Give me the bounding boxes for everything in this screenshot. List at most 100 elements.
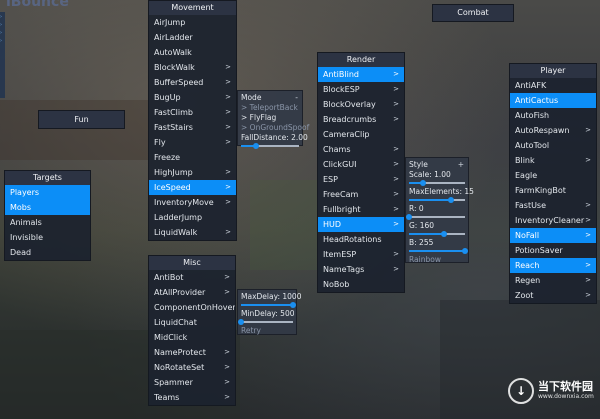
min-delay-slider[interactable] <box>238 319 293 325</box>
module-item[interactable]: InventoryMove > <box>149 195 236 210</box>
module-item[interactable]: Teams > <box>149 390 235 405</box>
side-toggle-strip[interactable]: › › › › <box>0 12 5 98</box>
module-item[interactable]: AutoWalk <box>149 45 236 60</box>
module-item[interactable]: FastStairs > <box>149 120 236 135</box>
module-item[interactable]: BugUp > <box>149 90 236 105</box>
misc-panel: Misc AntiBot > AtAllProvider > ComponentOnHov… <box>148 255 236 406</box>
slider-knob[interactable] <box>406 214 412 220</box>
module-item[interactable]: FastUse > <box>510 198 596 213</box>
module-item[interactable]: ComponentOnHover <box>149 300 235 315</box>
retry-toggle[interactable]: Retry <box>241 326 293 336</box>
b-slider[interactable] <box>409 248 468 254</box>
module-item[interactable]: ESP > <box>318 172 404 187</box>
module-item[interactable]: HeadRotations <box>318 232 404 247</box>
module-item[interactable]: Mobs <box>5 200 90 215</box>
module-item[interactable]: IceSpeed > <box>149 180 236 195</box>
g-slider[interactable] <box>409 231 465 237</box>
chevron-right-icon: > <box>225 198 231 206</box>
max-delay-slider[interactable] <box>241 302 296 308</box>
module-item[interactable]: BufferSpeed > <box>149 75 236 90</box>
module-item[interactable]: NoBob <box>318 277 404 292</box>
module-item[interactable]: Animals <box>5 215 90 230</box>
module-item[interactable]: PotionSaver <box>510 243 596 258</box>
module-item[interactable]: Zoot > <box>510 288 596 303</box>
module-item[interactable]: Players <box>5 185 90 200</box>
module-item[interactable]: Fly > <box>149 135 236 150</box>
module-item[interactable]: NoFall > <box>510 228 596 243</box>
module-item[interactable]: FarmKingBot <box>510 183 596 198</box>
module-item[interactable]: LadderJump <box>149 210 236 225</box>
scale-slider[interactable] <box>409 180 465 186</box>
mode-option-teleportback[interactable]: > TeleportBack <box>241 103 299 113</box>
module-label: BufferSpeed <box>154 78 204 87</box>
mode-setting[interactable]: Mode - <box>241 93 299 103</box>
render-panel-header[interactable]: Render <box>318 53 404 67</box>
rainbow-toggle[interactable]: Rainbow <box>409 255 465 265</box>
module-item[interactable]: AntiAFK <box>510 78 596 93</box>
module-item[interactable]: Spammer > <box>149 375 235 390</box>
module-item[interactable]: AntiCactus <box>510 93 596 108</box>
collapse-toggle[interactable]: - <box>295 93 298 103</box>
mode-option-flyflag[interactable]: > FlyFlag <box>241 113 299 123</box>
slider-knob[interactable] <box>441 231 448 237</box>
movement-panel-header[interactable]: Movement <box>149 1 236 15</box>
module-item[interactable]: AirLadder <box>149 30 236 45</box>
module-item[interactable]: Freeze <box>149 150 236 165</box>
slider-knob[interactable] <box>290 302 296 308</box>
module-item[interactable]: Invisible <box>5 230 90 245</box>
module-item[interactable]: AntiBlind > <box>318 67 404 82</box>
module-item[interactable]: FastClimb > <box>149 105 236 120</box>
slider-knob[interactable] <box>238 319 244 325</box>
module-item[interactable]: Fullbright > <box>318 202 404 217</box>
module-item[interactable]: BlockESP > <box>318 82 404 97</box>
module-item[interactable]: AirJump <box>149 15 236 30</box>
slider-knob[interactable] <box>462 248 468 254</box>
targets-panel-header[interactable]: Targets <box>5 171 90 185</box>
module-label: Dead <box>10 248 32 257</box>
module-item[interactable]: LiquidChat <box>149 315 235 330</box>
module-item[interactable]: Blink > <box>510 153 596 168</box>
slider-knob[interactable] <box>252 143 259 149</box>
expand-toggle[interactable]: + <box>458 160 464 170</box>
player-panel-header[interactable]: Player <box>510 64 596 78</box>
module-item[interactable]: LiquidWalk > <box>149 225 236 240</box>
module-item[interactable]: FreeCam > <box>318 187 404 202</box>
slider-knob[interactable] <box>420 180 426 186</box>
module-item[interactable]: Dead <box>5 245 90 260</box>
module-item[interactable]: MidClick <box>149 330 235 345</box>
chevron-right-icon: > <box>225 183 231 191</box>
module-item[interactable]: Reach > <box>510 258 596 273</box>
chevron-right-icon: > <box>225 168 231 176</box>
module-item[interactable]: AutoRespawn > <box>510 123 596 138</box>
style-setting[interactable]: Style + <box>409 160 465 170</box>
module-item[interactable]: ClickGUI > <box>318 157 404 172</box>
mode-option-ongroundspoof[interactable]: > OnGroundSpoof <box>241 123 309 133</box>
module-item[interactable]: AtAllProvider > <box>149 285 235 300</box>
module-item[interactable]: Breadcrumbs > <box>318 112 404 127</box>
module-item[interactable]: Regen > <box>510 273 596 288</box>
module-item[interactable]: BlockOverlay > <box>318 97 404 112</box>
combat-panel-header[interactable]: Combat <box>433 5 513 21</box>
module-item[interactable]: NoRotateSet > <box>149 360 235 375</box>
module-item[interactable]: NameProtect > <box>149 345 235 360</box>
max-elements-slider[interactable] <box>409 197 465 203</box>
module-item[interactable]: AntiBot > <box>149 270 235 285</box>
misc-panel-header[interactable]: Misc <box>149 256 235 270</box>
module-item[interactable]: Chams > <box>318 142 404 157</box>
module-item[interactable]: HUD > <box>318 217 404 232</box>
module-item[interactable]: HighJump > <box>149 165 236 180</box>
module-item[interactable]: Eagle <box>510 168 596 183</box>
module-item[interactable]: CameraClip <box>318 127 404 142</box>
targets-panel: Targets Players Mobs Animals Invisible Dead <box>4 170 91 261</box>
fall-distance-slider[interactable] <box>241 143 299 149</box>
module-item[interactable]: AutoFish <box>510 108 596 123</box>
module-item[interactable]: NameTags > <box>318 262 404 277</box>
slider-knob[interactable] <box>448 197 454 203</box>
r-slider[interactable] <box>406 214 465 220</box>
fun-panel-header[interactable]: Fun <box>39 111 124 128</box>
module-item[interactable]: AutoTool <box>510 138 596 153</box>
module-item[interactable]: ItemESP > <box>318 247 404 262</box>
module-item[interactable]: BlockWalk > <box>149 60 236 75</box>
render-panel: Render AntiBlind > BlockESP > BlockOverlay > Br… <box>317 52 405 293</box>
module-item[interactable]: InventoryCleaner > <box>510 213 596 228</box>
